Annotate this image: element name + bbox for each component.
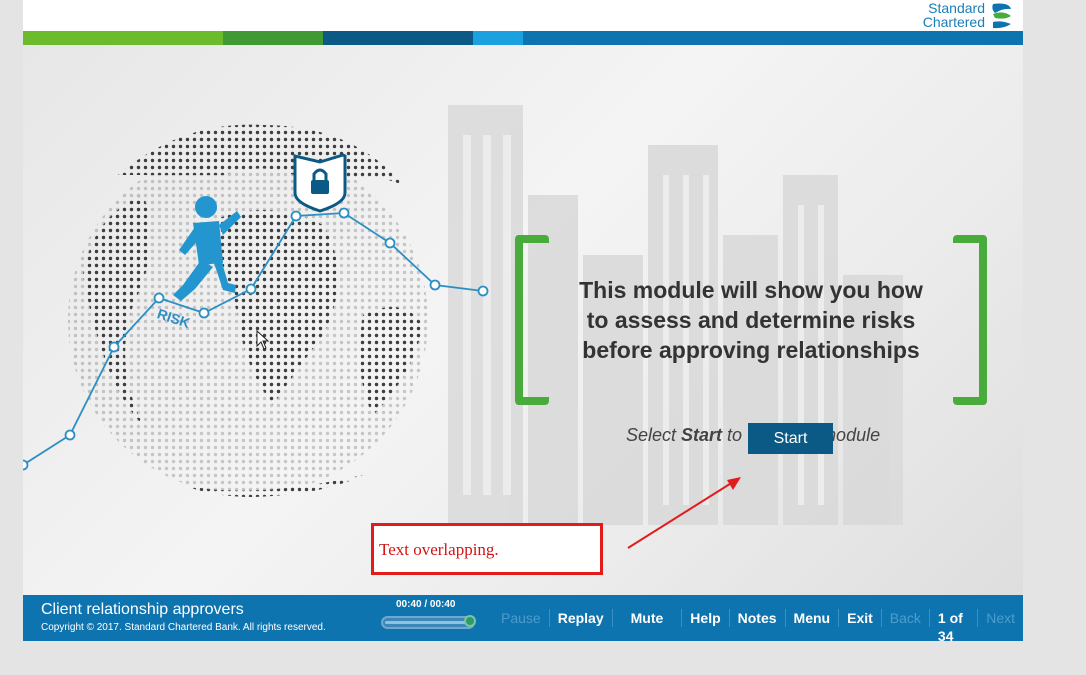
exit-button[interactable]: Exit [838,609,881,627]
slide-stage: RISK This module will show you how to as… [23,45,1023,595]
playback-progress-bar[interactable] [381,615,476,629]
brand-line-1: Standard [928,0,985,16]
start-prefix: Select [626,425,682,445]
annotation-box: Text overlapping. [371,523,603,575]
mouse-cursor-icon [256,330,270,350]
replay-button[interactable]: Replay [548,609,612,627]
playback-timer: 00:40 / 00:40 [396,599,456,610]
pause-button[interactable]: Pause [493,609,549,627]
header-bar: Standard Chartered [23,0,1023,31]
start-middle: to [722,425,748,445]
start-word: Start [681,425,723,445]
course-title: Client relationship approvers [41,601,244,618]
menu-button[interactable]: Menu [784,609,839,627]
notes-button[interactable]: Notes [728,609,785,627]
course-window: Standard Chartered RISK This module will… [23,0,1023,644]
message-line-3: before approving relationships [582,337,920,363]
brand-logo-text: Standard Chartered [923,1,985,29]
module-intro-message: This module will show you how to assess … [551,275,951,365]
brand-logo: Standard Chartered [923,0,1015,30]
annotation-arrow [627,477,741,549]
page-indicator: 1 of 34 [928,609,977,644]
brand-stripe [23,31,1023,45]
brand-line-2: Chartered [922,14,985,30]
next-button[interactable]: Next [977,609,1023,627]
message-line-2: to assess and determine risks [586,307,916,333]
risk-label: RISK [155,305,192,331]
annotation-text: Text overlapping. [379,540,499,559]
start-button[interactable]: Start [748,423,833,454]
back-button[interactable]: Back [880,609,929,627]
help-button[interactable]: Help [681,609,728,627]
message-line-1: This module will show you how [579,277,923,303]
left-bracket [515,235,549,405]
player-footer: Client relationship approvers Copyright … [23,595,1023,644]
progress-fill [385,621,469,624]
right-bracket [953,235,987,405]
svg-text:RISK: RISK [155,305,192,331]
mute-button[interactable]: Mute [611,609,682,627]
player-nav: Pause Replay Mute Help Notes Menu Exit B… [493,595,1023,644]
progress-knob[interactable] [464,615,476,627]
brand-swoosh-icon [992,3,1011,29]
copyright-text: Copyright © 2017. Standard Chartered Ban… [41,622,326,633]
